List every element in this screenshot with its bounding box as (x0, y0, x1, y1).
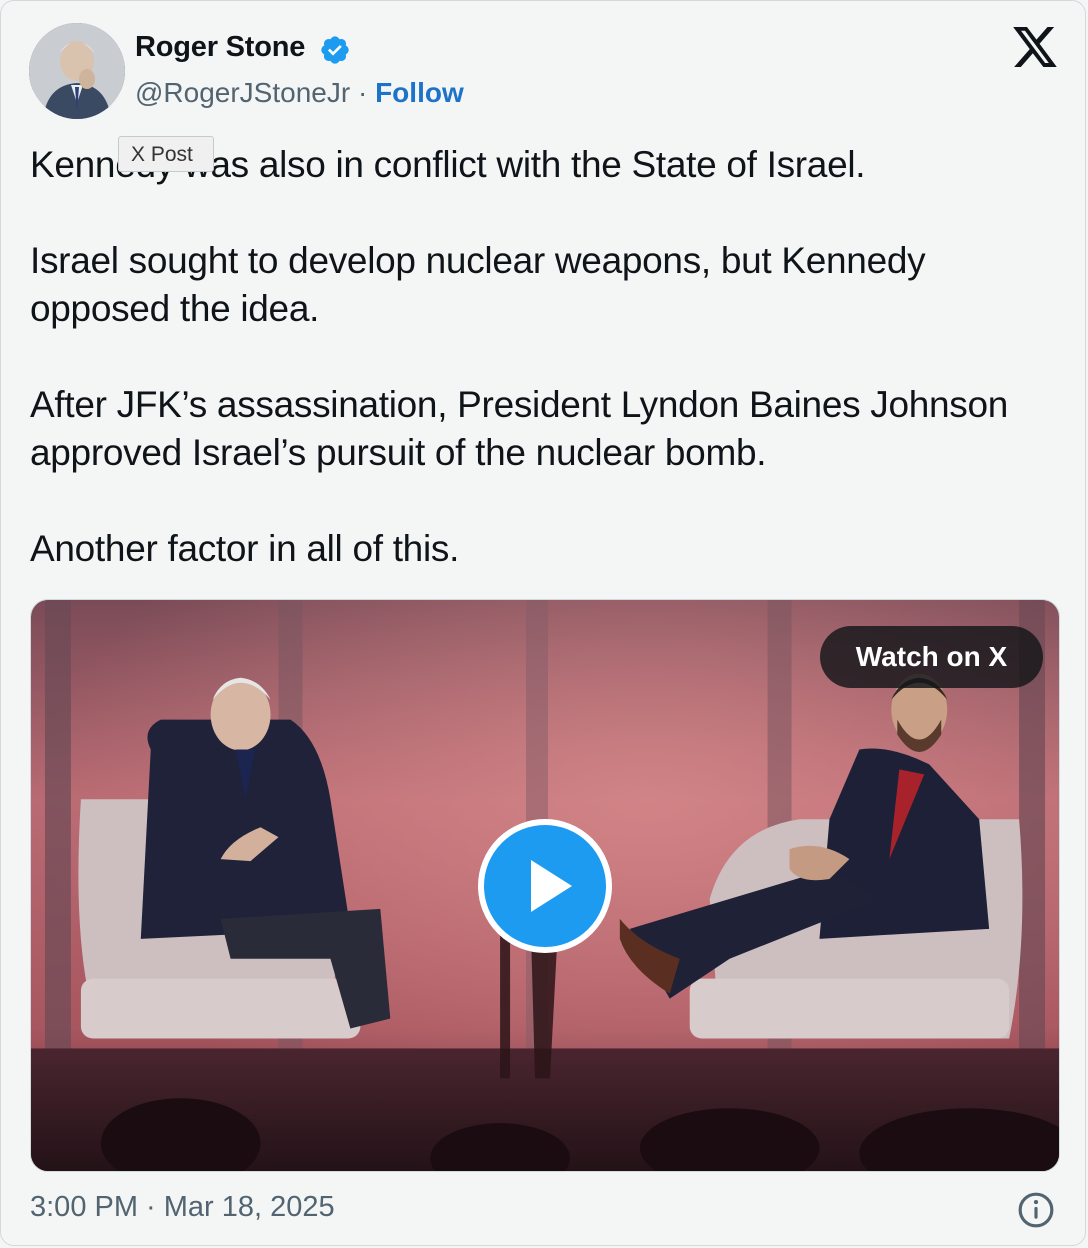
timestamp[interactable]: 3:00 PM · Mar 18, 2025 (30, 1191, 335, 1224)
tweet-paragraph: After JFK’s assassination, President Lyn… (30, 384, 1009, 473)
author-name[interactable]: Roger Stone (135, 31, 305, 64)
info-icon[interactable] (1017, 1191, 1055, 1229)
tweet-paragraph: Israel sought to develop nuclear weapons… (30, 240, 926, 329)
avatar[interactable] (29, 23, 125, 119)
verified-badge-icon (321, 36, 349, 64)
separator-dot: · (357, 77, 368, 108)
watch-on-x-button[interactable]: Watch on X (820, 626, 1043, 688)
play-icon (531, 860, 572, 912)
follow-button[interactable]: Follow (375, 77, 464, 108)
tweet-card: Roger Stone @RogerJStoneJr · Follow X Po… (0, 0, 1086, 1246)
handle-row: @RogerJStoneJr · Follow (135, 77, 464, 109)
tooltip: X Post (118, 136, 214, 172)
play-button[interactable] (478, 819, 612, 953)
tweet-text: Kennedy was also in conflict with the St… (30, 141, 1040, 573)
tweet-paragraph: Another factor in all of this. (30, 528, 460, 569)
x-logo-icon[interactable] (1011, 25, 1059, 69)
author-handle[interactable]: @RogerJStoneJr (135, 77, 350, 108)
avatar-image (29, 23, 125, 119)
